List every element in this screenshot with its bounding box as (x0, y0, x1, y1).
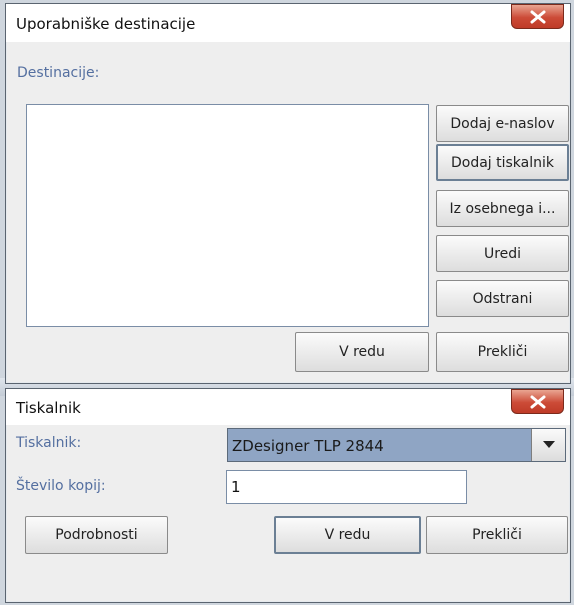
add-email-button[interactable]: Dodaj e-naslov (436, 105, 569, 142)
close-button[interactable] (511, 4, 564, 29)
copies-field[interactable] (226, 470, 467, 504)
cancel-button[interactable]: Prekliči (426, 516, 568, 554)
copies-input[interactable] (231, 478, 456, 496)
details-button[interactable]: Podrobnosti (25, 516, 168, 554)
cancel-button[interactable]: Prekliči (436, 332, 569, 372)
copies-label: Število kopij: (16, 478, 106, 494)
dialog-body: Destinacije: Dodaj e-naslov Dodaj tiskal… (7, 42, 569, 382)
close-button[interactable] (511, 389, 564, 414)
ok-button[interactable]: V redu (295, 332, 429, 372)
printer-dialog: Tiskalnik Tiskalnik: ZDesigner TLP 2844 … (5, 388, 571, 603)
title-bar[interactable]: Uporabniške destinacije (6, 4, 570, 42)
printer-select-value: ZDesigner TLP 2844 (232, 437, 384, 455)
dialog-title: Tiskalnik (16, 399, 81, 417)
ok-button[interactable]: V redu (274, 516, 421, 554)
user-destinations-dialog: Uporabniške destinacije Destinacije: Dod… (5, 3, 571, 384)
printer-select[interactable]: ZDesigner TLP 2844 (227, 428, 566, 462)
add-printer-button[interactable]: Dodaj tiskalnik (436, 144, 569, 181)
from-personal-button[interactable]: Iz osebnega i... (436, 190, 569, 227)
destinations-label: Destinacije: (17, 65, 100, 81)
edit-button[interactable]: Uredi (436, 235, 569, 272)
remove-button[interactable]: Odstrani (436, 280, 569, 317)
destinations-list[interactable] (26, 104, 429, 327)
title-bar[interactable]: Tiskalnik (6, 389, 570, 425)
dialog-body: Tiskalnik: ZDesigner TLP 2844 Število ko… (7, 425, 569, 601)
printer-label: Tiskalnik: (16, 435, 82, 451)
dialog-title: Uporabniške destinacije (16, 15, 196, 33)
close-icon (530, 395, 546, 409)
dropdown-button[interactable] (531, 429, 565, 461)
close-icon (530, 10, 546, 24)
chevron-down-icon (543, 441, 555, 448)
